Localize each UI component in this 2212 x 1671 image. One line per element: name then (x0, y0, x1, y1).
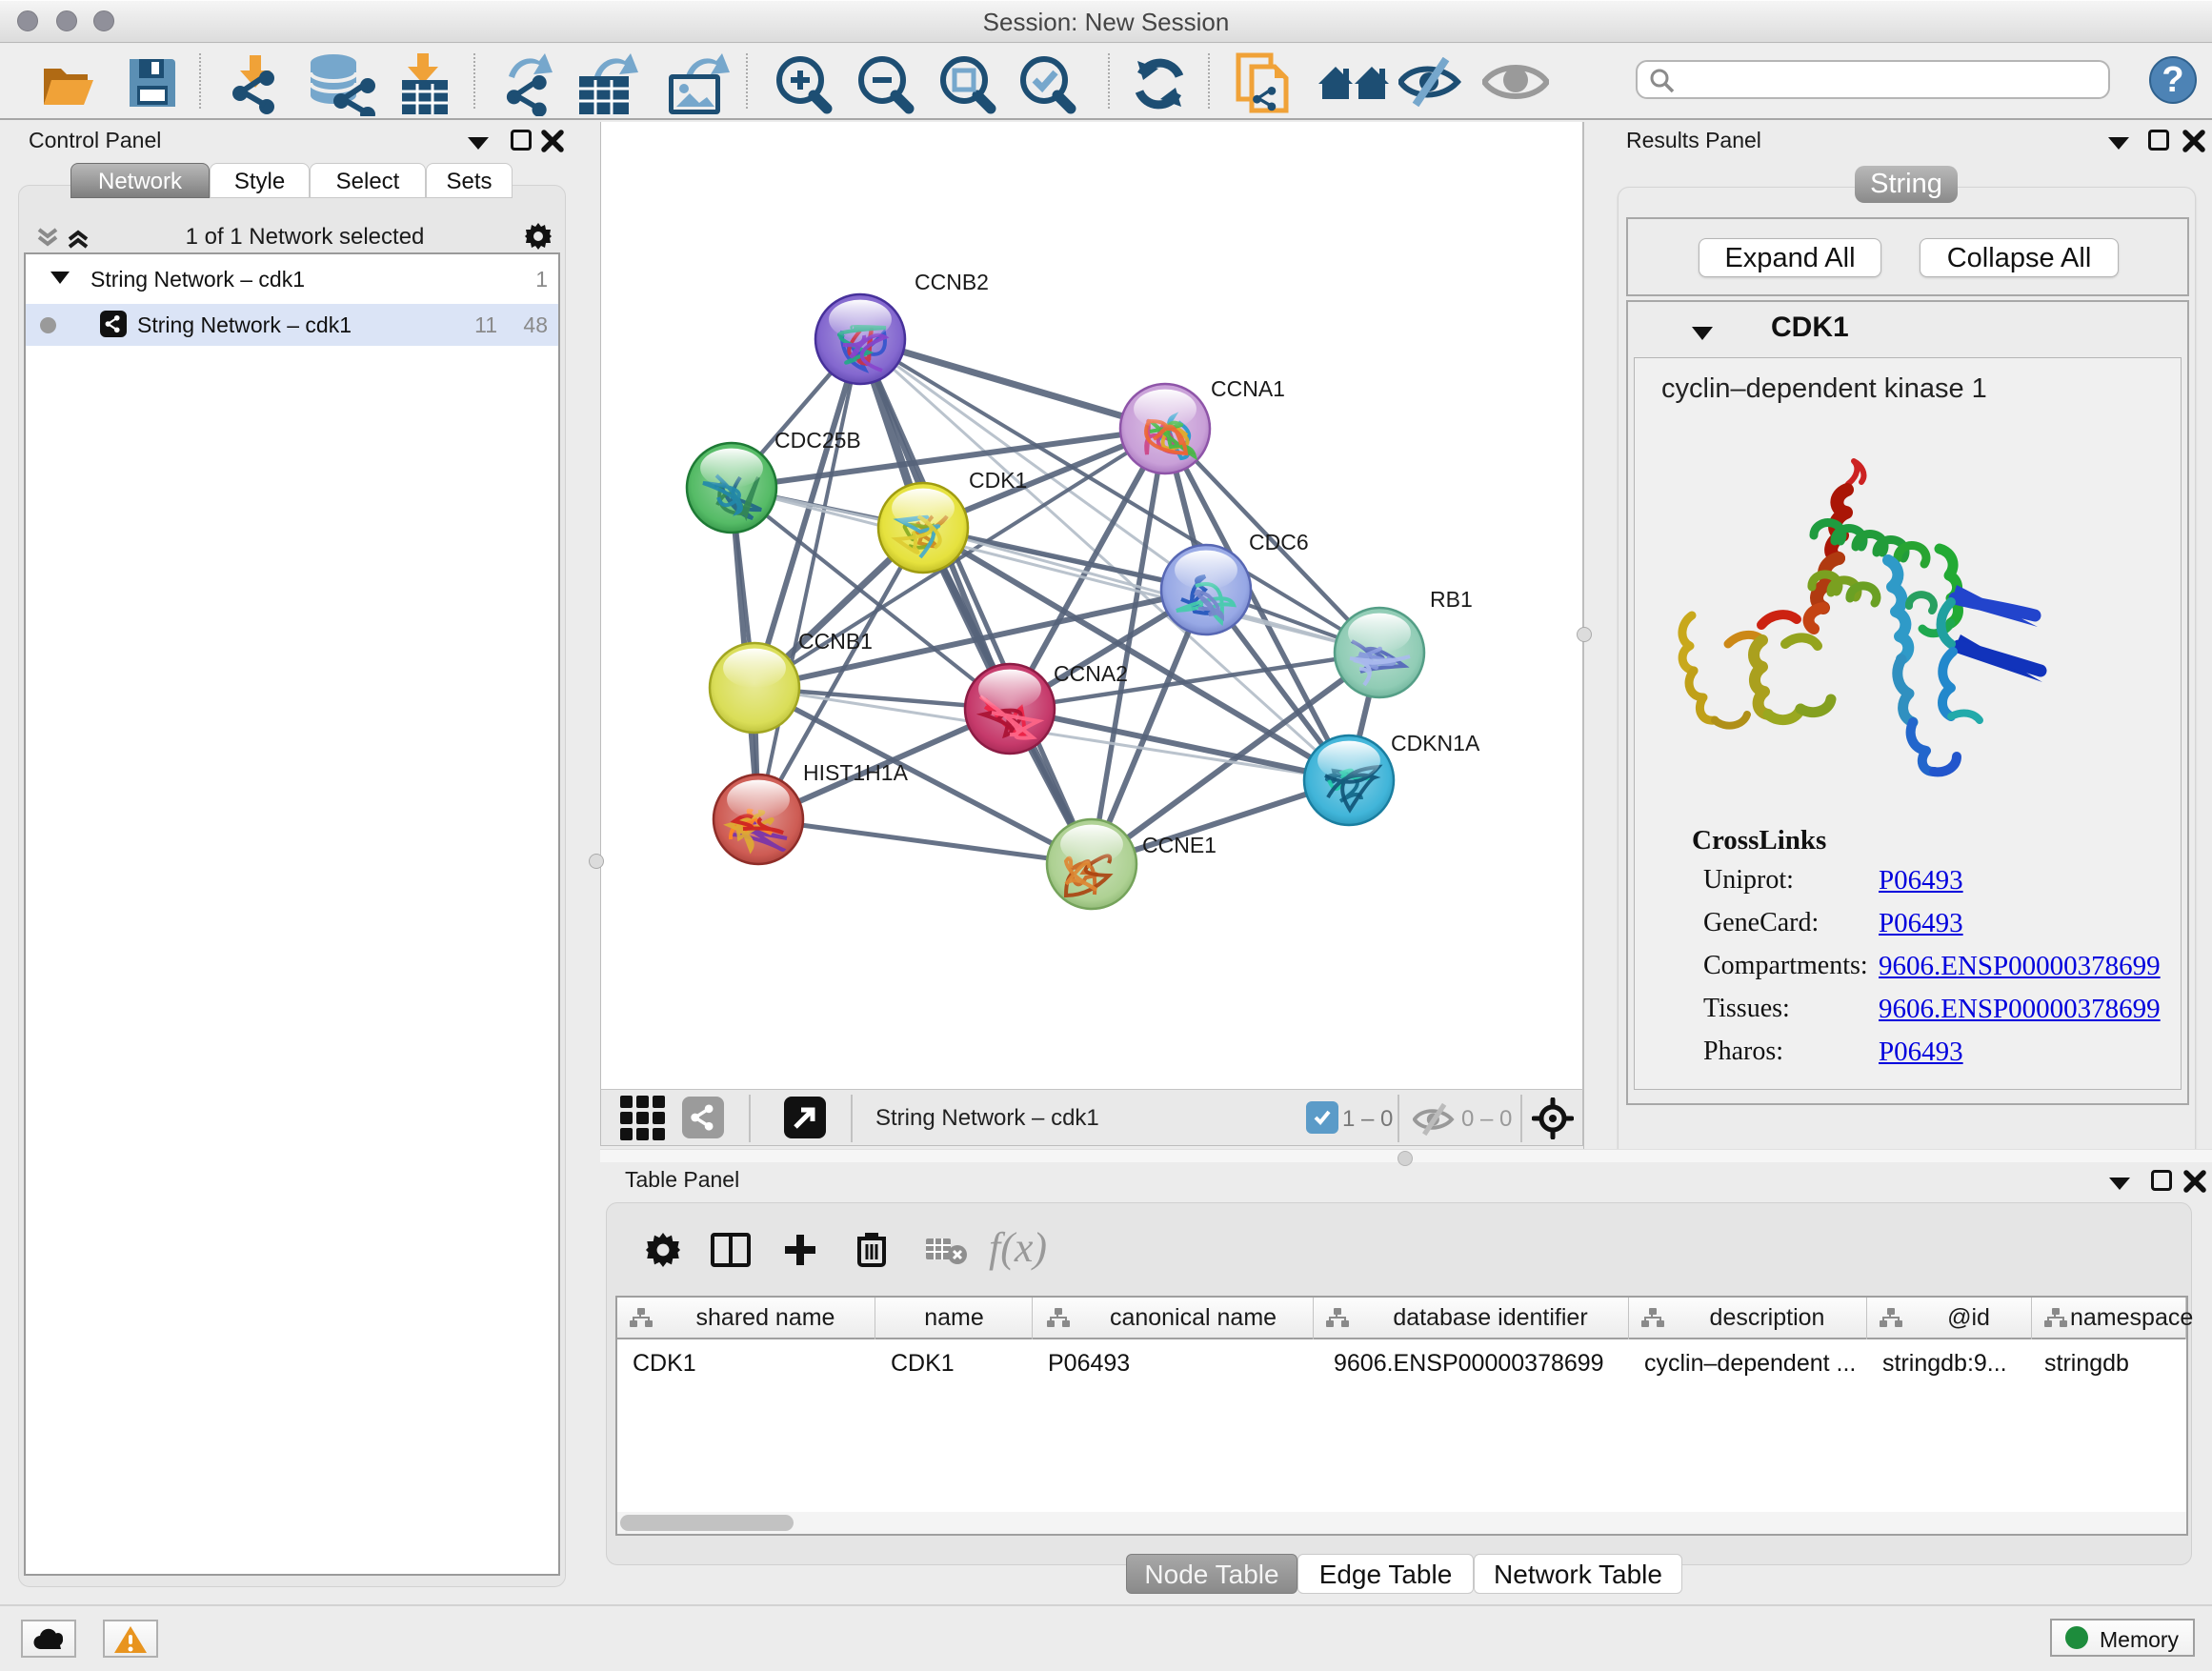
svg-text:CDKN1A: CDKN1A (1391, 731, 1480, 755)
svg-text:CDK1: CDK1 (969, 468, 1027, 493)
svg-text:CCNB1: CCNB1 (798, 629, 873, 654)
svg-text:HIST1H1A: HIST1H1A (803, 760, 909, 785)
svg-text:CCNB2: CCNB2 (915, 270, 989, 294)
svg-text:RB1: RB1 (1430, 587, 1473, 612)
svg-text:CCNE1: CCNE1 (1142, 833, 1217, 857)
svg-text:CCNA2: CCNA2 (1054, 661, 1128, 686)
svg-text:CCNA1: CCNA1 (1211, 376, 1285, 401)
svg-text:CDC6: CDC6 (1249, 530, 1309, 554)
svg-text:CDC25B: CDC25B (774, 428, 861, 453)
